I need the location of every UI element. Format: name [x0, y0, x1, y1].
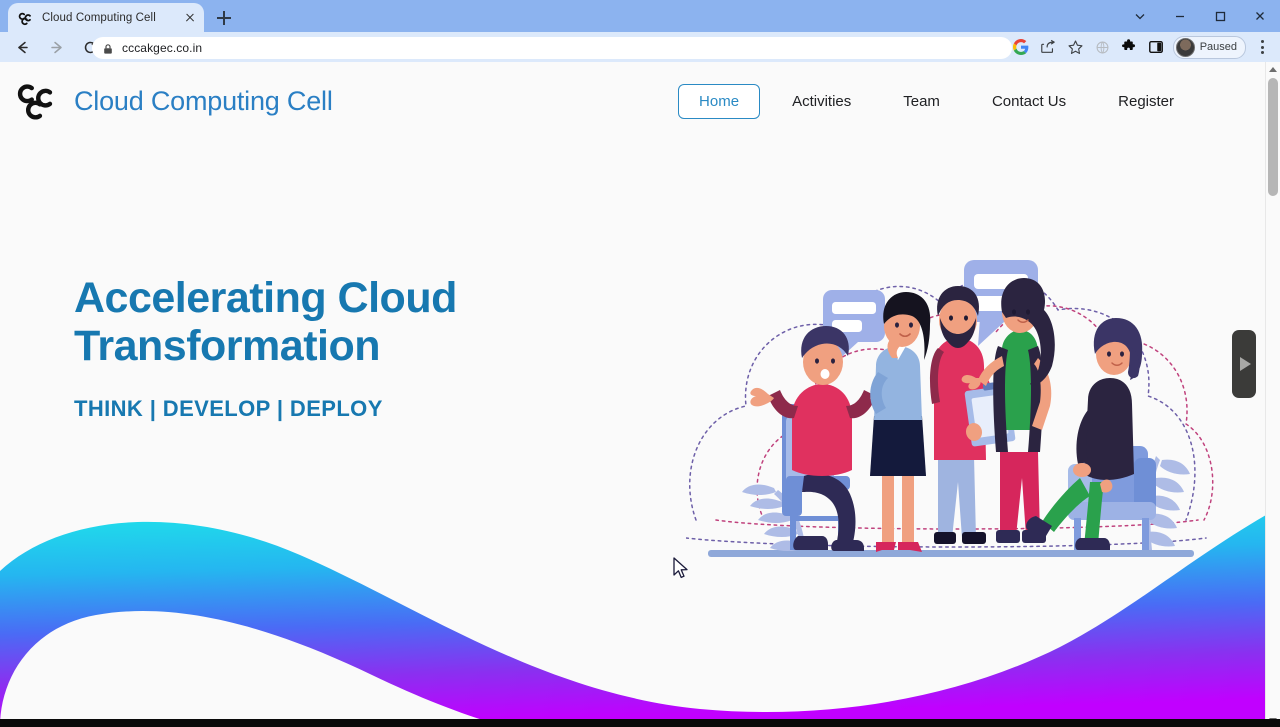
- browser-toolbar: cccakgec.co.in Paused: [0, 32, 1280, 62]
- trefoil-cloud-logo-icon: [16, 79, 60, 123]
- tab-close-icon[interactable]: [182, 10, 198, 26]
- site-header: Cloud Computing Cell Home Activities Tea…: [0, 62, 1266, 140]
- google-lens-icon[interactable]: [1008, 34, 1035, 61]
- lock-icon: [102, 42, 114, 54]
- extensions-puzzle-icon[interactable]: [1116, 34, 1143, 61]
- translate-icon[interactable]: [1089, 34, 1116, 61]
- site-brand-name: Cloud Computing Cell: [74, 85, 333, 116]
- scroll-up-arrow-icon[interactable]: [1266, 62, 1280, 76]
- scrollbar-thumb[interactable]: [1268, 78, 1278, 196]
- main-navigation: Home Activities Team Contact Us Register: [678, 84, 1200, 119]
- profile-button[interactable]: Paused: [1172, 35, 1246, 59]
- toolbar-icon-group: Paused: [1008, 32, 1276, 62]
- nav-item-contact-us[interactable]: Contact Us: [966, 93, 1092, 110]
- back-arrow-icon[interactable]: [8, 33, 36, 61]
- decorative-gradient-wave: [0, 497, 1266, 727]
- tab-title: Cloud Computing Cell: [42, 11, 156, 24]
- new-tab-button[interactable]: [212, 6, 236, 30]
- share-icon[interactable]: [1035, 34, 1062, 61]
- nav-item-activities[interactable]: Activities: [766, 93, 877, 110]
- url-text: cccakgec.co.in: [122, 41, 203, 55]
- minimize-icon[interactable]: [1160, 0, 1200, 32]
- page-title: Accelerating Cloud Transformation: [74, 274, 634, 370]
- tab-search-chevron-down-icon[interactable]: [1120, 0, 1160, 32]
- profile-avatar: [1175, 37, 1195, 57]
- nav-item-register[interactable]: Register: [1092, 93, 1200, 110]
- nav-item-team[interactable]: Team: [877, 93, 966, 110]
- sync-paused-label: Paused: [1199, 41, 1237, 53]
- slider-next-button[interactable]: [1232, 330, 1256, 398]
- nav-item-home[interactable]: Home: [678, 84, 761, 119]
- browser-tab[interactable]: Cloud Computing Cell: [8, 3, 204, 32]
- page-viewport: Cloud Computing Cell Home Activities Tea…: [0, 62, 1266, 727]
- window-controls: [1120, 0, 1280, 32]
- address-bar[interactable]: cccakgec.co.in: [92, 37, 1012, 59]
- window-bottom-edge: [0, 719, 1280, 727]
- bookmark-star-icon[interactable]: [1062, 34, 1089, 61]
- close-window-icon[interactable]: [1240, 0, 1280, 32]
- tab-favicon-icon: [18, 10, 34, 26]
- forward-arrow-icon[interactable]: [42, 33, 70, 61]
- browser-window: Cloud Computing Cell cccakgec.co.in Paus…: [0, 0, 1280, 727]
- three-dot-menu-icon[interactable]: [1249, 34, 1276, 61]
- hero-title-line-2: Transformation: [74, 322, 381, 371]
- play-triangle-next-slide-icon: [1240, 357, 1251, 371]
- hero-subtitle: THINK | DEVELOP | DEPLOY: [74, 396, 383, 422]
- side-panel-icon[interactable]: [1143, 34, 1170, 61]
- maximize-icon[interactable]: [1200, 0, 1240, 32]
- browser-title-bar: Cloud Computing Cell: [0, 0, 1280, 32]
- hero-title-line-1: Accelerating Cloud: [74, 274, 457, 322]
- hero-text-block: Accelerating Cloud Transformation THINK …: [74, 274, 634, 422]
- page-scrollbar[interactable]: [1265, 62, 1280, 727]
- site-brand[interactable]: Cloud Computing Cell: [16, 79, 333, 123]
